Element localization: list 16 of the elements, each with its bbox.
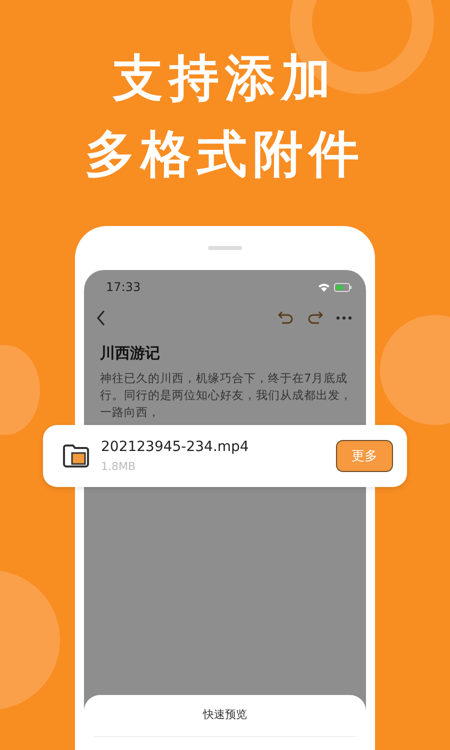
back-icon[interactable] <box>96 310 106 326</box>
undo-icon[interactable] <box>278 311 294 325</box>
headline: 多格式附件 <box>85 124 365 185</box>
note-body: 神往已久的川西，机缘巧合下，终于在7月底成行。同行的是两位知心好友，我们从成都出发，一路向西， <box>99 370 353 421</box>
sheet-option[interactable]: 快速预览 <box>94 695 356 737</box>
wifi-icon <box>318 282 330 292</box>
headline: 支持添加 <box>113 48 337 109</box>
redo-icon[interactable] <box>307 311 323 325</box>
speaker-slot <box>208 246 242 250</box>
battery-icon <box>334 282 352 292</box>
status-time: 17:33 <box>106 280 141 294</box>
file-name: 202123945-234.mp4 <box>101 439 250 455</box>
note-title: 川西游记 <box>99 343 161 363</box>
more-icon[interactable] <box>336 316 352 320</box>
file-size: 1.8MB <box>101 460 137 473</box>
folder-icon <box>63 444 89 468</box>
